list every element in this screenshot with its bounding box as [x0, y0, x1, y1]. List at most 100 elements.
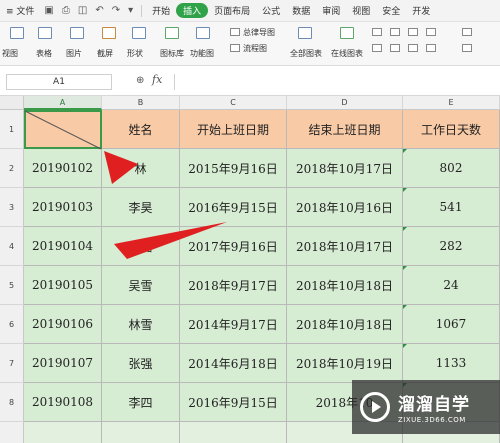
scatter-chart-icon[interactable] [390, 44, 400, 52]
shape-button[interactable]: 形状 [127, 48, 143, 59]
cell-a6[interactable]: 20190106 [24, 305, 102, 344]
cell-c2[interactable]: 2015年9月16日 [180, 149, 287, 188]
cell-a7[interactable]: 20190107 [24, 344, 102, 383]
table-icon[interactable] [38, 27, 52, 39]
cell-e2[interactable]: 802 [403, 149, 500, 188]
save-icon[interactable]: ▣ [40, 5, 57, 16]
line-chart-icon[interactable] [390, 28, 400, 36]
mindmap-icon[interactable] [230, 28, 240, 36]
flowchart-button[interactable]: 流程图 [243, 43, 267, 54]
cell-d7[interactable]: 2018年10月19日 [287, 344, 403, 383]
online-charts-icon[interactable] [340, 27, 354, 39]
cell-e7[interactable]: 1133 [403, 344, 500, 383]
cell-c4[interactable]: 2017年9月16日 [180, 227, 287, 266]
header-footer-icon[interactable] [462, 44, 472, 52]
cell-d5[interactable]: 2018年10月18日 [287, 266, 403, 305]
redo-icon[interactable]: ↷ [108, 5, 124, 16]
header-cell-e[interactable]: 工作日天数 [403, 110, 500, 149]
cell-b3[interactable]: 李昊 [102, 188, 180, 227]
menu-insert[interactable]: 插入 [176, 3, 209, 18]
preview-icon[interactable]: ◫ [74, 5, 91, 16]
row-header-9[interactable] [0, 422, 24, 443]
bar-chart-icon[interactable] [372, 44, 382, 52]
cell-e5[interactable]: 24 [403, 266, 500, 305]
cell-b4[interactable]: 王磊 [102, 227, 180, 266]
column-chart-icon[interactable] [372, 28, 382, 36]
dropdown-icon[interactable]: ▾ [124, 5, 137, 16]
cell-b9[interactable] [102, 422, 180, 443]
cell-d3[interactable]: 2018年10月16日 [287, 188, 403, 227]
header-cell-b[interactable]: 姓名 [102, 110, 180, 149]
cell-c9[interactable] [180, 422, 287, 443]
menu-home[interactable]: 开始 [146, 4, 176, 17]
picture-button[interactable]: 图片 [66, 48, 82, 59]
cell-e4[interactable]: 282 [403, 227, 500, 266]
row-header-6[interactable]: 6 [0, 305, 24, 344]
table-button[interactable]: 表格 [36, 48, 52, 59]
header-cell-c[interactable]: 开始上班日期 [180, 110, 287, 149]
row-header-8[interactable]: 8 [0, 383, 24, 422]
fx-icon[interactable]: fx [152, 73, 162, 86]
column-header-a[interactable]: A [24, 96, 102, 110]
cell-b8[interactable]: 李四 [102, 383, 180, 422]
cell-a4[interactable]: 20190104 [24, 227, 102, 266]
cell-a9[interactable] [24, 422, 102, 443]
column-header-d[interactable]: D [287, 96, 403, 110]
cell-c5[interactable]: 2018年9月17日 [180, 266, 287, 305]
select-all-corner[interactable] [0, 96, 24, 110]
row-header-7[interactable]: 7 [0, 344, 24, 383]
function-chart-button[interactable]: 功能图 [190, 48, 214, 59]
row-header-5[interactable]: 5 [0, 266, 24, 305]
icon-library-button[interactable]: 图标库 [160, 48, 184, 59]
menu-developer[interactable]: 开发 [406, 4, 436, 17]
mindmap-button[interactable]: 总律导图 [243, 27, 275, 38]
area-chart-icon[interactable] [426, 28, 436, 36]
cell-a8[interactable]: 20190108 [24, 383, 102, 422]
row-header-1[interactable]: 1 [0, 110, 24, 149]
screenshot-icon[interactable] [102, 27, 116, 39]
row-header-3[interactable]: 3 [0, 188, 24, 227]
cell-a2[interactable]: 20190102 [24, 149, 102, 188]
online-charts-button[interactable]: 在线图表 [331, 48, 363, 59]
cell-b7[interactable]: 张强 [102, 344, 180, 383]
header-cell-a[interactable] [24, 110, 102, 149]
undo-icon[interactable]: ↶ [91, 5, 107, 16]
pie-chart-icon[interactable] [408, 28, 418, 36]
menu-formula[interactable]: 公式 [256, 4, 286, 17]
cell-b2[interactable]: 林 [102, 149, 180, 188]
pivot-view-button[interactable]: 视图 [2, 48, 18, 59]
print-icon[interactable]: ⎙ [58, 5, 74, 16]
cell-d2[interactable]: 2018年10月17日 [287, 149, 403, 188]
flowchart-icon[interactable] [230, 44, 240, 52]
screenshot-button[interactable]: 截屏 [97, 48, 113, 59]
picture-icon[interactable] [70, 27, 84, 39]
stock-chart-icon[interactable] [426, 44, 436, 52]
shape-icon[interactable] [132, 27, 146, 39]
all-charts-button[interactable]: 全部图表 [290, 48, 322, 59]
formula-input[interactable] [174, 74, 500, 90]
cell-d6[interactable]: 2018年10月18日 [287, 305, 403, 344]
textbox-icon[interactable] [462, 28, 472, 36]
all-charts-icon[interactable] [298, 27, 312, 39]
zoom-icon[interactable]: ⊕ [136, 75, 144, 86]
row-header-2[interactable]: 2 [0, 149, 24, 188]
cell-c7[interactable]: 2014年6月18日 [180, 344, 287, 383]
radar-chart-icon[interactable] [408, 44, 418, 52]
row-header-4[interactable]: 4 [0, 227, 24, 266]
icon-library-icon[interactable] [165, 27, 179, 39]
cell-e3[interactable]: 541 [403, 188, 500, 227]
cell-a5[interactable]: 20190105 [24, 266, 102, 305]
cell-e6[interactable]: 1067 [403, 305, 500, 344]
cell-c8[interactable]: 2016年9月15日 [180, 383, 287, 422]
cell-c6[interactable]: 2014年9月17日 [180, 305, 287, 344]
cell-b5[interactable]: 吴雪 [102, 266, 180, 305]
menu-view[interactable]: 视图 [346, 4, 376, 17]
column-header-e[interactable]: E [403, 96, 500, 110]
menu-data[interactable]: 数据 [286, 4, 316, 17]
column-header-c[interactable]: C [180, 96, 287, 110]
header-cell-d[interactable]: 结束上班日期 [287, 110, 403, 149]
menu-page-layout[interactable]: 页面布局 [208, 4, 256, 17]
function-chart-icon[interactable] [196, 27, 210, 39]
cell-a3[interactable]: 20190103 [24, 188, 102, 227]
cell-b6[interactable]: 林雪 [102, 305, 180, 344]
